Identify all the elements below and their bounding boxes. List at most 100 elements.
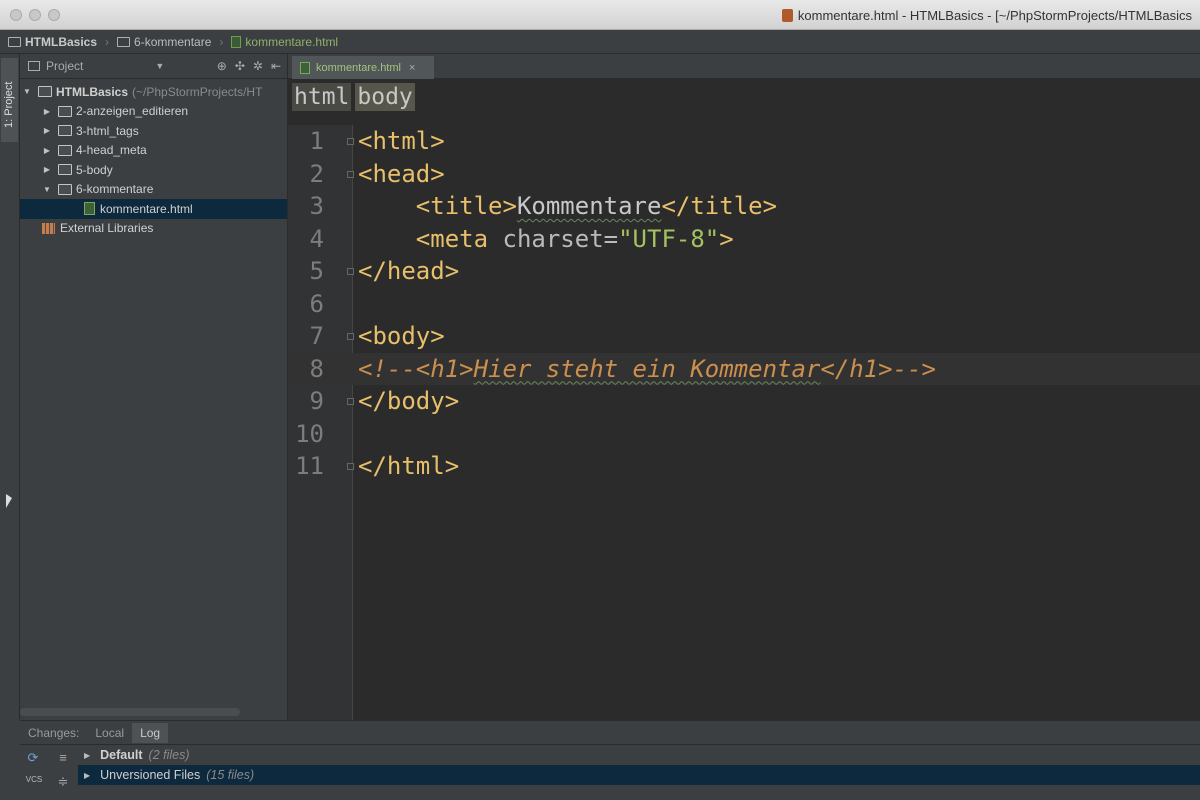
changelist-default[interactable]: ▶ Default (2 files)	[78, 745, 1200, 765]
code-token: <meta	[358, 224, 489, 253]
breadcrumb-separator-icon: ›	[219, 34, 224, 49]
project-tool-tab[interactable]: 1: Project	[1, 58, 18, 142]
breadcrumb-project[interactable]: HTMLBasics	[8, 35, 97, 49]
code-line[interactable]: 2 <head>	[288, 158, 1200, 190]
project-panel-header: Project ▼ ⊕ ✣ ✲ ⇤	[20, 54, 287, 79]
tree-file-selected[interactable]: kommentare.html	[20, 199, 287, 219]
chevron-down-icon[interactable]: ▼	[155, 61, 164, 71]
line-number: 6	[309, 289, 324, 318]
folder-icon	[58, 164, 72, 176]
code-editor: kommentare.html × html body 1 <html> 2 <…	[288, 54, 1200, 720]
folder-icon	[38, 86, 52, 98]
fold-marker-icon[interactable]	[347, 398, 354, 405]
code-line[interactable]: 5 </head>	[288, 255, 1200, 287]
code-token: <!--<h1>	[358, 354, 474, 383]
collapsed-arrow-icon[interactable]: ▶	[42, 146, 52, 155]
code-token: </h1>-->	[820, 354, 936, 383]
vcs-label: VCS	[25, 775, 43, 784]
code-line-current[interactable]: 8 <!--<h1>Hier steht ein Kommentar</h1>-…	[288, 352, 1200, 385]
tree-external-libraries[interactable]: External Libraries	[20, 219, 287, 239]
close-window-button[interactable]	[10, 9, 22, 21]
code-text: </head>	[358, 257, 460, 285]
fold-marker-icon[interactable]	[347, 463, 354, 470]
code-text: <title>Kommentare</title>	[358, 190, 777, 222]
tree-root[interactable]: ▼ HTMLBasics (~/PhpStormProjects/HT	[20, 82, 287, 102]
folder-icon	[117, 36, 131, 47]
code-text: <body>	[358, 322, 445, 350]
navigation-bar: HTMLBasics › 6-kommentare › kommentare.h…	[0, 30, 1200, 54]
close-icon[interactable]: ×	[409, 62, 415, 74]
code-line[interactable]: 6	[288, 288, 1200, 320]
gear-icon[interactable]: ✲	[253, 59, 263, 73]
horizontal-scrollbar[interactable]	[20, 708, 240, 716]
phpstorm-window: kommentare.html - HTMLBasics - [~/PhpSto…	[0, 0, 1200, 800]
folder-icon	[58, 183, 72, 195]
project-view-selector[interactable]: Project	[46, 59, 83, 73]
changes-header: Changes: Local Log	[20, 721, 1200, 745]
tag-breadcrumb: html body	[288, 79, 1200, 115]
code-text: <!--<h1>Hier steht ein Kommentar</h1>-->	[358, 353, 936, 385]
tree-folder[interactable]: ▶ 5-body	[20, 160, 287, 180]
code-line[interactable]: 7 <body>	[288, 320, 1200, 352]
folder-icon	[8, 36, 21, 47]
code-token: Kommentare	[516, 192, 662, 220]
editor-tab-bar: kommentare.html ×	[288, 54, 1200, 79]
html-file-icon	[231, 35, 242, 48]
zoom-window-button[interactable]	[48, 9, 60, 21]
tree-folder[interactable]: ▶ 2-anzeigen_editieren	[20, 102, 287, 122]
html-file-icon	[300, 61, 310, 74]
code-line[interactable]: 10	[288, 418, 1200, 450]
breadcrumb-folder[interactable]: 6-kommentare	[117, 35, 211, 49]
line-number: 5	[309, 257, 324, 285]
expanded-arrow-icon[interactable]: ▼	[42, 185, 52, 194]
tab-kommentare-html[interactable]: kommentare.html ×	[292, 56, 434, 79]
minimize-window-button[interactable]	[29, 9, 41, 21]
expanded-arrow-icon[interactable]: ▼	[22, 87, 32, 96]
line-number: 7	[309, 322, 324, 350]
hide-panel-icon[interactable]: ⇤	[271, 59, 281, 73]
code-token: </title>	[661, 192, 778, 220]
tree-folder[interactable]: ▼ 6-kommentare	[20, 180, 287, 200]
changelist-unversioned[interactable]: ▶ Unversioned Files (15 files)	[78, 765, 1200, 785]
tag-breadcrumb-html[interactable]: html	[292, 83, 352, 111]
tree-folder[interactable]: ▶ 3-html_tags	[20, 121, 287, 141]
code-text: <head>	[358, 159, 445, 188]
left-tool-strip: 1: Project	[0, 54, 20, 720]
tag-breadcrumb-body[interactable]: body	[355, 83, 415, 111]
line-number: 2	[309, 159, 324, 188]
tab-log[interactable]: Log	[132, 722, 169, 743]
collapsed-arrow-icon[interactable]: ▶	[84, 751, 90, 760]
tab-local[interactable]: Local	[87, 723, 132, 743]
collapsed-arrow-icon[interactable]: ▶	[84, 771, 90, 780]
expand-all-icon[interactable]: ≡	[56, 751, 70, 765]
code-line[interactable]: 1 <html>	[288, 125, 1200, 157]
refresh-icon[interactable]: ⟳	[26, 751, 40, 765]
code-text: </html>	[358, 452, 460, 480]
collapse-icon[interactable]: ✣	[235, 59, 245, 73]
changes-label: Changes:	[28, 725, 80, 740]
project-view-icon	[28, 61, 40, 71]
project-toolbar: ⊕ ✣ ✲ ⇤	[217, 59, 281, 73]
collapsed-arrow-icon[interactable]: ▶	[42, 126, 52, 135]
code-line[interactable]: 4 <meta charset="UTF-8">	[288, 223, 1200, 255]
code-line[interactable]: 9 </body>	[288, 385, 1200, 417]
code-text: <html>	[358, 127, 445, 155]
code-text: <meta charset="UTF-8">	[358, 223, 734, 255]
locate-icon[interactable]: ⊕	[217, 59, 227, 73]
collapse-all-icon[interactable]: ≑	[56, 775, 70, 789]
breadcrumb-file[interactable]: kommentare.html	[231, 35, 338, 49]
code-token: charset=	[488, 224, 619, 253]
fold-marker-icon[interactable]	[347, 333, 354, 340]
line-number: 8	[309, 354, 324, 383]
collapsed-arrow-icon[interactable]: ▶	[42, 165, 52, 174]
collapsed-arrow-icon[interactable]: ▶	[42, 107, 52, 116]
fold-marker-icon[interactable]	[347, 268, 354, 275]
code-area[interactable]: 1 <html> 2 <head> 3 <title>Kommentare</t…	[288, 125, 1200, 720]
code-line[interactable]: 3 <title>Kommentare</title>	[288, 190, 1200, 222]
code-token: <title>	[358, 192, 517, 220]
fold-marker-icon[interactable]	[347, 170, 354, 178]
fold-marker-icon[interactable]	[347, 138, 354, 145]
code-line[interactable]: 11 </html>	[288, 450, 1200, 482]
tree-folder[interactable]: ▶ 4-head_meta	[20, 141, 287, 161]
html-file-icon	[84, 202, 95, 216]
